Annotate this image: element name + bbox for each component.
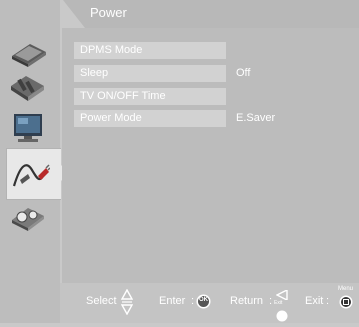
help-footer: Select Enter : OK Return : Exit Exit: M…: [60, 283, 359, 323]
ok-badge-text: OK: [199, 297, 208, 303]
menu-title: Power: [90, 5, 127, 20]
menu-item-label: Power Mode: [74, 110, 226, 127]
menu-item-label: DPMS Mode: [74, 42, 226, 59]
circle-button-icon: [276, 309, 288, 327]
menu-item-value: Off: [236, 67, 251, 79]
picture-icon[interactable]: [8, 34, 48, 68]
exit-hint-colon: :: [326, 295, 330, 307]
category-sidebar: [0, 0, 69, 323]
select-hint-label: Select: [86, 295, 117, 307]
power-plug-icon[interactable]: [10, 156, 50, 190]
return-hint-colon: :: [269, 295, 273, 307]
menu-item-label: Sleep: [74, 65, 226, 82]
return-hint-label: Return: [230, 295, 264, 307]
exit-small-label: Exit: [274, 300, 283, 306]
menu-item-label: TV ON/OFF Time: [74, 88, 226, 105]
tv-icon[interactable]: [8, 110, 48, 144]
menu-small-label: Menu: [338, 286, 354, 292]
menu-item-value: E.Saver: [236, 112, 276, 124]
exit-hint-label: Exit: [305, 295, 324, 307]
enter-hint-colon: :: [191, 295, 195, 307]
menu-button-icon: [339, 295, 353, 314]
sound-icon[interactable]: [8, 70, 48, 104]
setup-icon[interactable]: [8, 200, 48, 234]
enter-hint-label: Enter: [159, 295, 186, 307]
up-down-arrows-icon: [120, 288, 134, 320]
menu-content: DPMS Mode Sleep Off TV ON/OFF Time Power…: [62, 28, 359, 283]
osd-screen: Power DPMS Mode Sleep Off TV ON/OFF Time…: [0, 0, 359, 323]
